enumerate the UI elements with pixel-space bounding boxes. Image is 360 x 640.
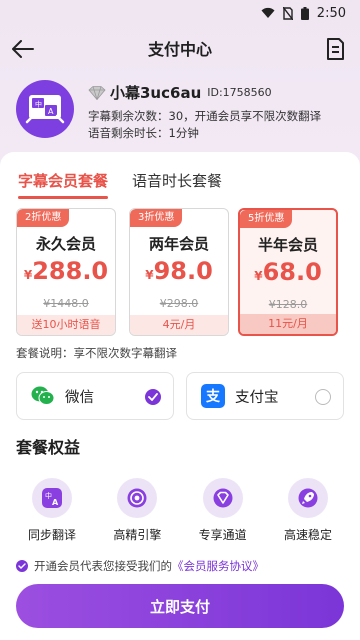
benefits-title: 套餐权益 — [16, 438, 81, 457]
translate-icon: 中A — [32, 478, 72, 518]
original-price: ¥1448.0 — [43, 297, 89, 310]
membership-agreement-link[interactable]: 《会员服务协议》 — [172, 558, 264, 574]
status-bar: 2:50 — [0, 0, 360, 26]
price-value: 98.0 — [153, 257, 213, 285]
document-list-icon — [327, 38, 344, 60]
radio-selected[interactable] — [145, 389, 161, 405]
vip-diamond-icon — [202, 478, 243, 518]
currency-symbol: ¥ — [23, 268, 33, 282]
discount-badge: 5折优惠 — [240, 210, 293, 228]
plan-name: 两年会员 — [148, 235, 209, 253]
benefit-label: 同步翻译 — [27, 528, 76, 542]
benefit-item: 高速稳定 — [272, 478, 344, 548]
check-icon — [18, 563, 26, 569]
plan-description: 套餐说明：享不限次数字幕翻译 — [16, 346, 177, 360]
plan-footer: 4元/月 — [130, 315, 228, 335]
svg-text:A: A — [48, 107, 54, 116]
price-value: 68.0 — [262, 258, 322, 286]
subtitle-remaining-text: 字幕剩余次数：30，开通会员享不限次数翻译 — [88, 109, 322, 123]
benefit-label: 专享通道 — [198, 528, 247, 542]
order-list-button[interactable] — [322, 36, 348, 62]
arrow-left-icon — [12, 40, 34, 58]
radio-unselected[interactable] — [315, 389, 331, 405]
svg-text:中: 中 — [45, 491, 52, 500]
diamond-icon — [88, 85, 106, 100]
benefit-label: 高速稳定 — [283, 528, 332, 542]
name-row: 小幕3uc6au ID:1758560 — [88, 82, 272, 103]
plan-half-year[interactable]: 5折优惠 半年会员 ¥68.0 ¥128.0 11元/月 — [238, 208, 338, 336]
agreement-text: 开通会员代表您接受我们的 — [34, 559, 172, 573]
alipay-icon: 支 — [201, 384, 225, 408]
tab-voice-plans[interactable]: 语音时长套餐 — [132, 170, 222, 191]
plan-price: ¥68.0 — [240, 258, 336, 286]
user-id: ID:1758560 — [207, 86, 272, 99]
svg-text:中: 中 — [35, 100, 42, 109]
svg-text:A: A — [52, 498, 59, 507]
discount-badge: 2折优惠 — [17, 209, 70, 227]
agreement-checkbox[interactable] — [16, 560, 28, 572]
rocket-icon — [287, 478, 328, 518]
benefit-item: 专享通道 — [187, 478, 259, 548]
plan-two-year[interactable]: 3折优惠 两年会员 ¥98.0 ¥298.0 4元/月 — [129, 208, 229, 336]
user-profile: 中 A 小幕3uc6au ID:1758560 字幕剩余次数：30，开通会员享不… — [16, 78, 346, 142]
plan-footer: 11元/月 — [240, 314, 336, 334]
payment-alipay[interactable]: 支 支付宝 — [186, 372, 344, 420]
nav-bar: 支付中心 — [0, 28, 360, 68]
benefit-item: 中A 同步翻译 — [16, 478, 88, 548]
pay-now-button[interactable]: 立即支付 — [16, 584, 344, 628]
user-name: 小幕3uc6au — [110, 84, 202, 102]
currency-symbol: ¥ — [254, 269, 263, 283]
battery-icon — [300, 6, 309, 20]
plan-price: ¥98.0 — [130, 257, 228, 285]
status-time: 2:50 — [316, 5, 346, 21]
benefit-item: 高精引擎 — [101, 478, 173, 548]
price-value: 288.0 — [32, 257, 109, 285]
check-icon — [148, 393, 158, 401]
payment-wechat[interactable]: 微信 — [16, 372, 174, 420]
wechat-icon — [31, 386, 55, 405]
target-icon — [117, 478, 158, 518]
translate-app-logo-icon: 中 A — [25, 95, 65, 124]
avatar: 中 A — [16, 80, 74, 138]
agreement-row: 开通会员代表您接受我们的 《会员服务协议》 — [16, 558, 264, 574]
plan-tabs: 字幕会员套餐 语音时长套餐 — [18, 170, 222, 199]
plan-name: 半年会员 — [257, 236, 318, 254]
tab-subtitle-plans[interactable]: 字幕会员套餐 — [18, 170, 109, 199]
plan-lifetime[interactable]: 2折优惠 永久会员 ¥288.0 ¥1448.0 送10小时语音 — [16, 208, 116, 336]
plan-price: ¥288.0 — [17, 257, 115, 285]
page-title: 支付中心 — [147, 40, 212, 59]
purchase-card: 字幕会员套餐 语音时长套餐 2折优惠 永久会员 ¥288.0 ¥1448.0 送… — [0, 152, 360, 640]
no-sim-icon — [282, 6, 293, 20]
original-price: ¥128.0 — [268, 298, 308, 311]
benefit-label: 高精引擎 — [113, 528, 162, 542]
back-button[interactable] — [10, 36, 36, 62]
payment-methods: 微信 支 支付宝 — [16, 372, 344, 420]
voice-remaining-text: 语音剩余时长：1分钟 — [88, 126, 199, 140]
discount-badge: 3折优惠 — [130, 209, 183, 227]
payment-label: 支付宝 — [235, 389, 279, 406]
plan-footer: 送10小时语音 — [17, 315, 115, 335]
plan-list: 2折优惠 永久会员 ¥288.0 ¥1448.0 送10小时语音 3折优惠 两年… — [16, 208, 344, 338]
plan-name: 永久会员 — [35, 235, 96, 253]
wifi-icon — [261, 7, 275, 18]
benefits-list: 中A 同步翻译 高精引擎 专享通道 高速稳定 — [16, 478, 344, 548]
payment-label: 微信 — [65, 389, 94, 406]
svg-text:支: 支 — [205, 388, 221, 405]
currency-symbol: ¥ — [145, 268, 154, 282]
original-price: ¥298.0 — [159, 297, 199, 310]
